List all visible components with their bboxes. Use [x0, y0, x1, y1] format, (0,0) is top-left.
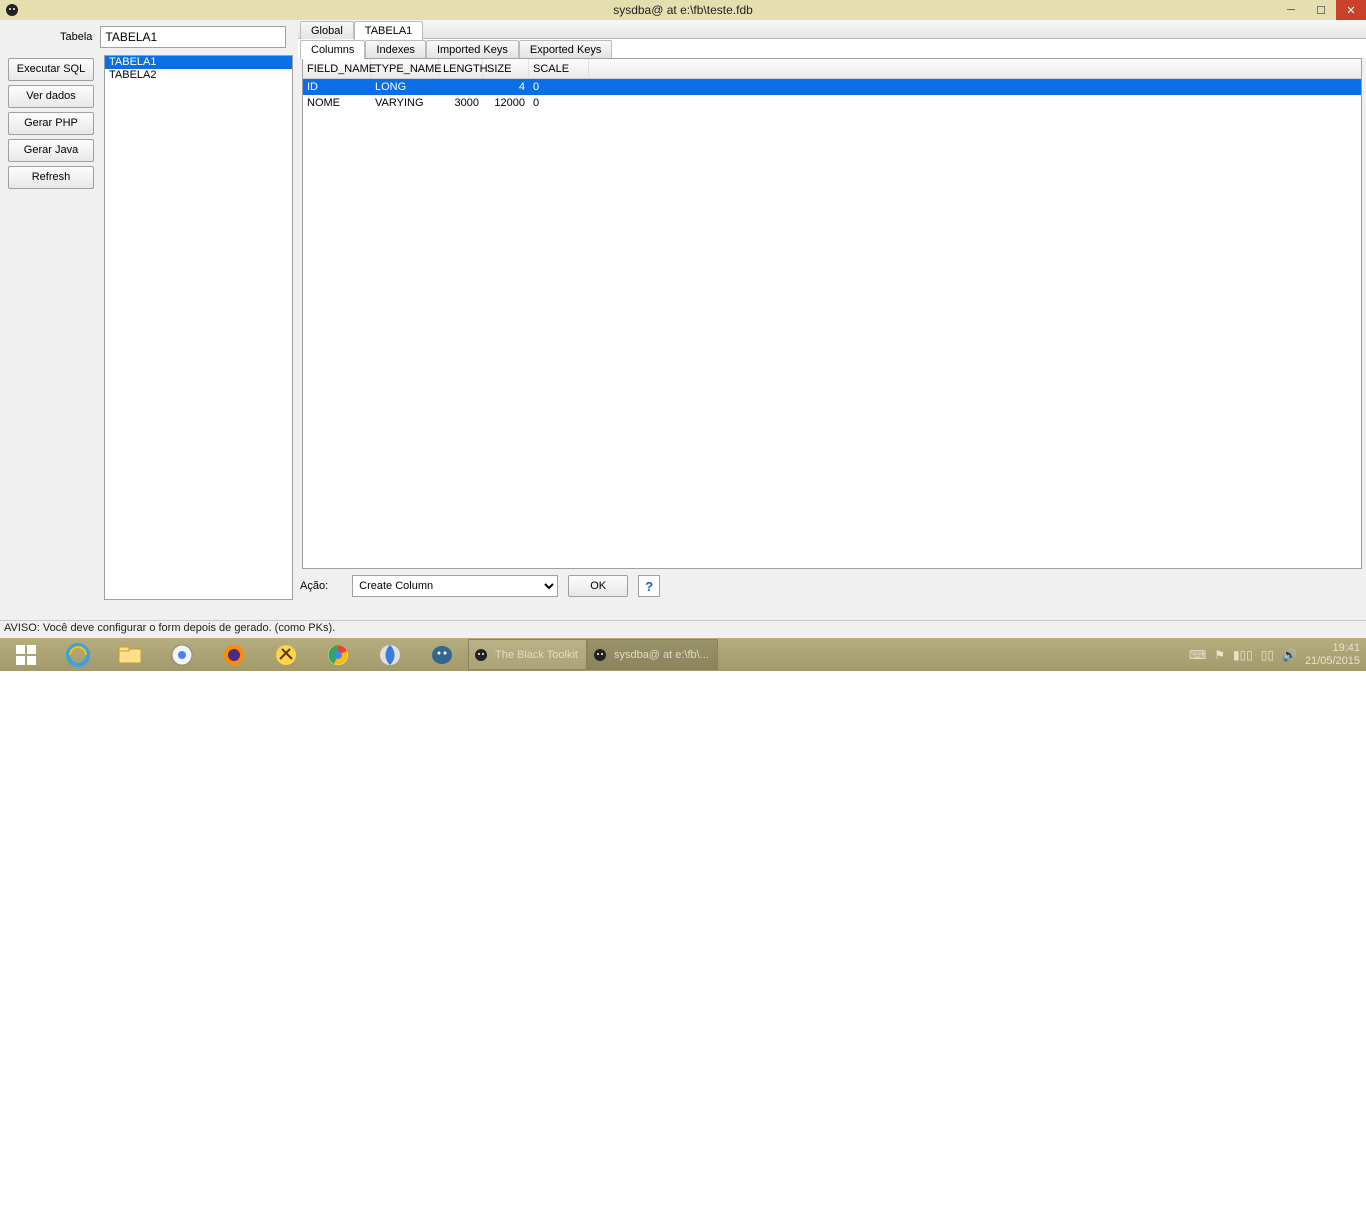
cell-length: [439, 79, 483, 95]
table-label: Tabela: [60, 31, 92, 43]
clock-time: 19:41: [1305, 642, 1360, 655]
tool-icon[interactable]: [260, 638, 312, 671]
col-field-name[interactable]: FIELD_NAME: [303, 59, 371, 78]
grid-row[interactable]: ID LONG 4 0: [303, 79, 1361, 95]
browser-icon[interactable]: [364, 638, 416, 671]
gerar-php-button[interactable]: Gerar PHP: [8, 112, 94, 135]
chrome-icon[interactable]: [312, 638, 364, 671]
gerar-java-button[interactable]: Gerar Java: [8, 139, 94, 162]
cell-field-name: ID: [303, 79, 371, 95]
subtab-imported-keys[interactable]: Imported Keys: [426, 40, 519, 58]
postgres-icon[interactable]: [416, 638, 468, 671]
cell-scale: 0: [529, 79, 589, 95]
action-label: Ação:: [300, 580, 328, 592]
cell-size: 4: [483, 79, 529, 95]
grid-row[interactable]: NOME VARYING 3000 12000 0: [303, 95, 1361, 111]
sound-icon[interactable]: 🔊: [1282, 648, 1297, 662]
taskbar-task[interactable]: sysdba@ at e:\fb\...: [587, 639, 718, 670]
columns-grid[interactable]: FIELD_NAME TYPE_NAME LENGTH SIZE SCALE I…: [302, 58, 1362, 569]
task-label: sysdba@ at e:\fb\...: [614, 649, 709, 661]
taskbar-task[interactable]: The Black Toolkit: [468, 639, 587, 670]
cell-length: 3000: [439, 95, 483, 111]
action-row: Ação: Create Column OK ?: [298, 569, 1366, 601]
flag-icon[interactable]: ⚑: [1214, 648, 1225, 662]
sub-tabs: Columns Indexes Imported Keys Exported K…: [298, 39, 1366, 58]
table-list-item[interactable]: TABELA1: [105, 56, 292, 69]
cell-size: 12000: [483, 95, 529, 111]
action-select[interactable]: Create Column: [352, 575, 558, 597]
refresh-button[interactable]: Refresh: [8, 166, 94, 189]
tab-global[interactable]: Global: [300, 21, 354, 39]
col-length[interactable]: LENGTH: [439, 59, 483, 78]
subtab-columns[interactable]: Columns: [300, 40, 365, 59]
status-text: AVISO: Você deve configurar o form depoi…: [4, 622, 335, 634]
cell-type-name: LONG: [371, 79, 439, 95]
taskbar: The Black Toolkit sysdba@ at e:\fb\... ⌨…: [0, 638, 1366, 671]
clock[interactable]: 19:41 21/05/2015: [1305, 642, 1360, 668]
ie-icon[interactable]: [52, 638, 104, 671]
cell-field-name: NOME: [303, 95, 371, 111]
maximize-button[interactable]: ☐: [1306, 0, 1336, 20]
ok-button[interactable]: OK: [568, 575, 628, 597]
task-label: The Black Toolkit: [495, 649, 578, 661]
col-type-name[interactable]: TYPE_NAME: [371, 59, 439, 78]
close-button[interactable]: ✕: [1336, 0, 1366, 20]
explorer-icon[interactable]: [104, 638, 156, 671]
ver-dados-button[interactable]: Ver dados: [8, 85, 94, 108]
window-title: sysdba@ at e:\fb\teste.fdb: [613, 3, 753, 17]
executar-sql-button[interactable]: Executar SQL: [8, 58, 94, 81]
table-list[interactable]: TABELA1 TABELA2: [104, 55, 293, 600]
start-button[interactable]: [0, 638, 52, 671]
table-list-item[interactable]: TABELA2: [105, 69, 292, 82]
subtab-indexes[interactable]: Indexes: [365, 40, 426, 58]
title-bar: sysdba@ at e:\fb\teste.fdb ─ ☐ ✕: [0, 0, 1366, 20]
cell-scale: 0: [529, 95, 589, 111]
status-bar: AVISO: Você deve configurar o form depoi…: [0, 620, 1366, 638]
network-icon[interactable]: ▮▯▯: [1233, 648, 1253, 662]
minimize-button[interactable]: ─: [1276, 0, 1306, 20]
firefox-icon[interactable]: [208, 638, 260, 671]
table-input[interactable]: [100, 26, 286, 48]
col-scale[interactable]: SCALE: [529, 59, 589, 78]
battery-icon[interactable]: ▯▯: [1261, 648, 1274, 662]
right-panel: Global TABELA1 Columns Indexes Imported …: [298, 20, 1366, 620]
chrome-alt-icon[interactable]: [156, 638, 208, 671]
clock-date: 21/05/2015: [1305, 655, 1360, 668]
grid-header: FIELD_NAME TYPE_NAME LENGTH SIZE SCALE: [303, 59, 1361, 79]
help-button[interactable]: ?: [638, 575, 660, 597]
help-icon: ?: [645, 579, 653, 594]
main-tabs: Global TABELA1: [298, 20, 1366, 39]
keyboard-icon[interactable]: ⌨: [1189, 648, 1206, 662]
tab-tabela1[interactable]: TABELA1: [354, 21, 424, 40]
cell-type-name: VARYING: [371, 95, 439, 111]
col-size[interactable]: SIZE: [483, 59, 529, 78]
app-icon: [4, 2, 20, 18]
subtab-exported-keys[interactable]: Exported Keys: [519, 40, 613, 58]
